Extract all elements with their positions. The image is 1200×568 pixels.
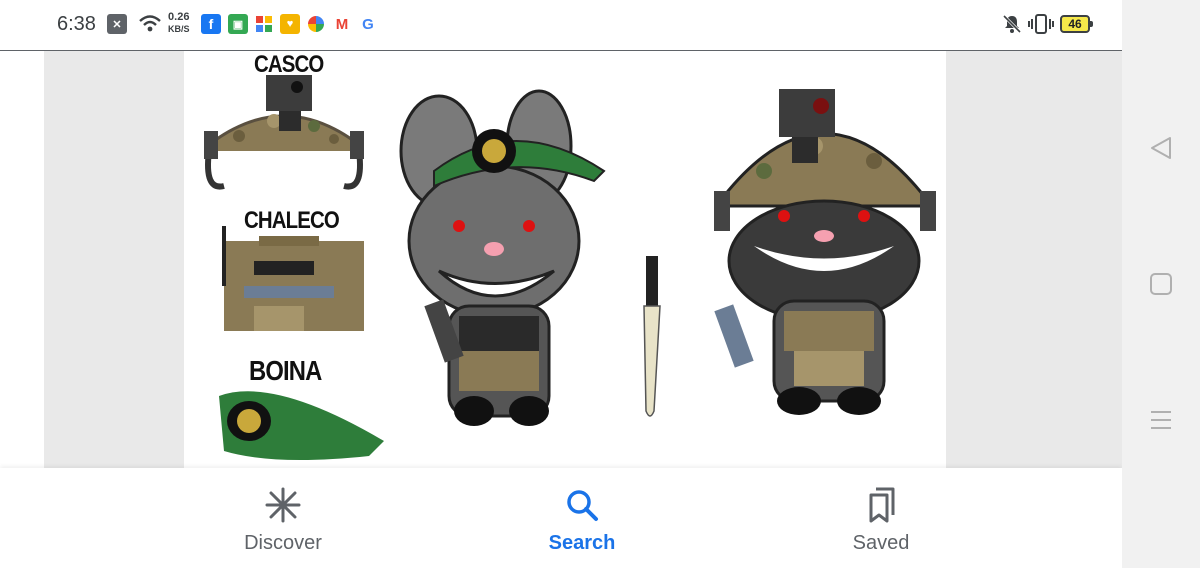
nav-saved[interactable]: Saved [811,484,951,555]
status-bar: 6:38 ✕ 0.26 KB/S f ▣ ♥ M G 46 [0,0,1122,51]
bookmarks-icon [811,484,951,526]
wifi-icon [139,15,161,32]
notification-close-icon: ✕ [107,14,127,34]
illustration [204,75,936,460]
google-icon: G [358,14,378,34]
notifications-off-icon [1002,14,1022,34]
heart-app-icon: ♥ [280,14,300,34]
battery-indicator: 46 [1060,15,1093,33]
image-viewer[interactable]: CASCO CHALECO BOINA [44,51,1122,468]
recents-icon[interactable] [1147,406,1175,434]
nav-discover-label: Discover [244,532,322,554]
bottom-navigation: Discover Search Saved [0,468,1122,568]
system-navigation-bar [1122,0,1200,568]
puzzle-app-icon [254,14,274,34]
nav-discover[interactable]: Discover [213,484,353,555]
image-preview[interactable]: CASCO CHALECO BOINA [184,51,946,468]
helmet-illustration [204,75,364,190]
home-icon[interactable] [1147,270,1175,298]
bunny-helmet-character [714,89,936,415]
nav-saved-label: Saved [852,532,910,554]
back-icon[interactable] [1147,134,1175,162]
network-speed: 0.26 KB/S [168,11,190,35]
vest-illustration [222,226,364,331]
beret-illustration [219,391,384,460]
vibrate-icon [1028,14,1054,34]
pinwheel-app-icon [306,14,326,34]
network-speed-unit: KB/S [168,24,190,34]
sim-app-icon: ▣ [228,14,248,34]
nav-search-label: Search [548,532,616,554]
network-speed-value: 0.26 [168,11,190,23]
status-time: 6:38 [57,13,96,35]
facebook-icon: f [201,14,221,34]
nav-search[interactable]: Search [512,484,652,555]
bunny-beret-character [399,89,606,426]
search-icon [512,484,652,526]
knife-illustration [643,256,661,417]
asterisk-icon [213,484,353,526]
gmail-icon: M [332,14,352,34]
